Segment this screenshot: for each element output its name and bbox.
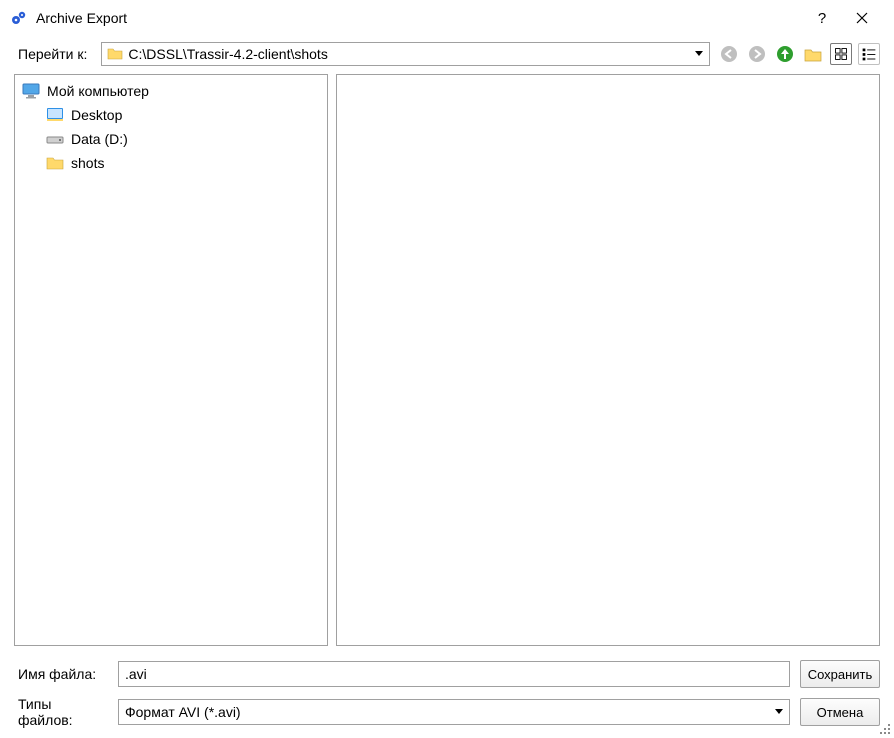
window-title: Archive Export (36, 10, 127, 26)
view-icons-button[interactable] (830, 43, 852, 65)
filetype-select[interactable]: Формат AVI (*.avi) (118, 699, 790, 725)
folder-tree-pane[interactable]: Мой компьютер Desktop Data (D:) shots (14, 74, 328, 646)
goto-label: Перейти к: (18, 46, 87, 62)
close-button[interactable] (842, 4, 882, 32)
drive-icon (45, 130, 65, 148)
folder-icon (45, 154, 65, 172)
path-text: C:\DSSL\Trassir-4.2-client\shots (128, 46, 327, 62)
filetype-value: Формат AVI (*.avi) (125, 704, 241, 720)
tree-item-label: Мой компьютер (47, 83, 149, 99)
navbar: Перейти к: C:\DSSL\Trassir-4.2-client\sh… (0, 36, 894, 74)
desktop-icon (45, 106, 65, 124)
new-folder-button[interactable] (802, 43, 824, 65)
tree-item-drive[interactable]: Data (D:) (15, 127, 327, 151)
tree-item-label: shots (71, 155, 104, 171)
nav-forward-button[interactable] (746, 43, 768, 65)
file-browser-panes: Мой компьютер Desktop Data (D:) shots (0, 74, 894, 654)
chevron-down-icon[interactable] (775, 709, 783, 715)
filename-input[interactable]: .avi (118, 661, 790, 687)
nav-up-button[interactable] (774, 43, 796, 65)
tree-item-label: Desktop (71, 107, 122, 123)
gears-icon (10, 9, 28, 27)
folder-icon (106, 45, 124, 63)
tree-item-shots[interactable]: shots (15, 151, 327, 175)
chevron-down-icon[interactable] (695, 51, 703, 57)
tree-item-desktop[interactable]: Desktop (15, 103, 327, 127)
tree-item-my-computer[interactable]: Мой компьютер (15, 79, 327, 103)
nav-back-button[interactable] (718, 43, 740, 65)
filename-value: .avi (125, 666, 147, 682)
monitor-icon (21, 82, 41, 100)
titlebar: Archive Export ? (0, 0, 894, 36)
view-list-button[interactable] (858, 43, 880, 65)
save-button[interactable]: Сохранить (800, 660, 880, 688)
filename-label: Имя файла: (18, 666, 108, 682)
tree-item-label: Data (D:) (71, 131, 128, 147)
resize-grip-icon[interactable] (878, 722, 892, 736)
cancel-button[interactable]: Отмена (800, 698, 880, 726)
save-form: Имя файла: .avi Сохранить Типы файлов: Ф… (0, 654, 894, 738)
path-field[interactable]: C:\DSSL\Trassir-4.2-client\shots (101, 42, 710, 66)
file-list-pane[interactable] (336, 74, 880, 646)
filetype-label: Типы файлов: (18, 696, 108, 728)
help-button[interactable]: ? (802, 4, 842, 32)
